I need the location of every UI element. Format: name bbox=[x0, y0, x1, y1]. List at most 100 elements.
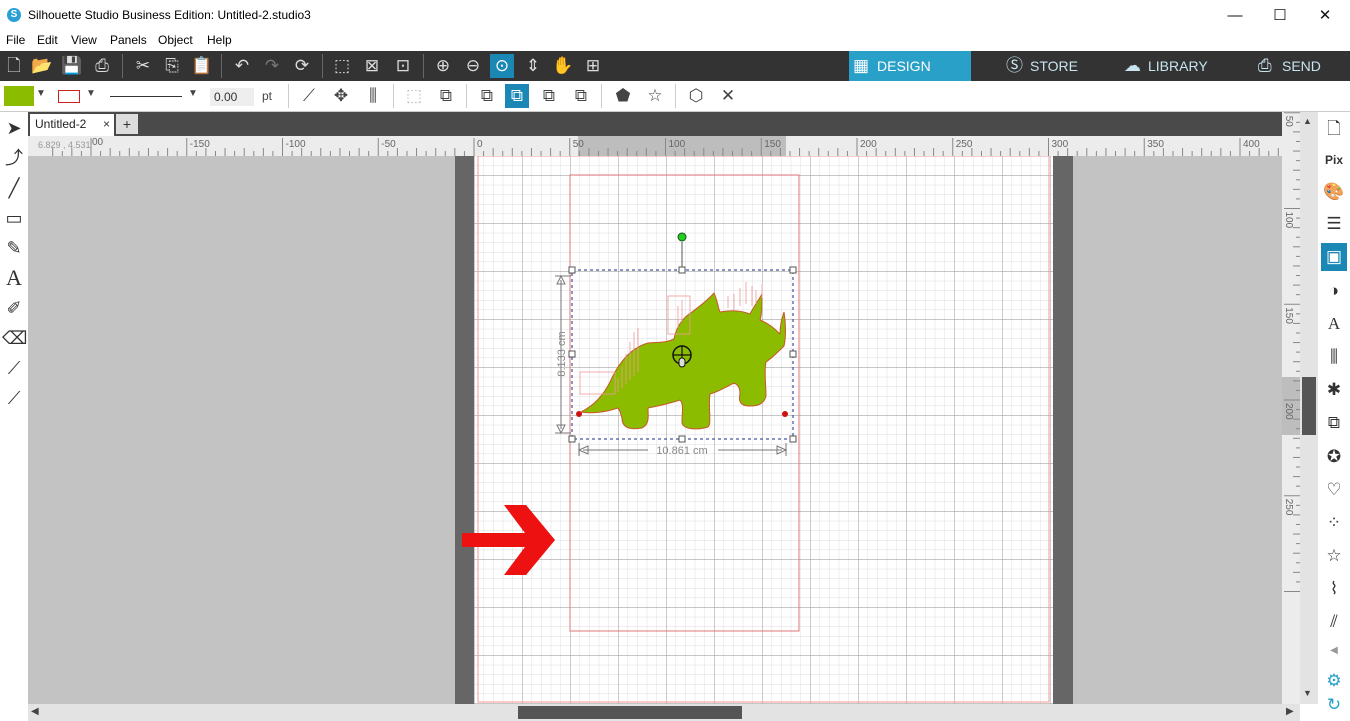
heart-icon[interactable]: ♡ bbox=[1321, 476, 1347, 504]
canvas-svg[interactable]: 8.133 cm 10.861 cm bbox=[28, 156, 1282, 704]
document-tab[interactable]: Untitled-2 × bbox=[30, 114, 114, 136]
knife-icon[interactable]: ⟋ bbox=[2, 355, 26, 381]
tab-design[interactable]: ▦ DESIGN bbox=[849, 51, 971, 81]
collapse-arrow-icon[interactable]: ◀ bbox=[1321, 637, 1347, 665]
contrast-icon[interactable]: ◑ bbox=[1321, 277, 1347, 305]
menu-help[interactable]: Help bbox=[207, 33, 232, 47]
main-toolbar: 🗋 📂 💾 ⎙ ✂ ⎘ 📋 ↶ ↷ ⟳ ⬚ ⊠ ⊡ ⊕ ⊖ ⊙ ⇕ ✋ ⊞ ▦ D… bbox=[0, 51, 1350, 81]
menu-panels[interactable]: Panels bbox=[110, 33, 147, 47]
eyedropper-icon[interactable]: ⟋ bbox=[2, 385, 26, 411]
delete-icon[interactable]: ✕ bbox=[716, 84, 740, 108]
pixscan-icon[interactable]: Pix bbox=[1321, 146, 1347, 174]
select-by-color-icon[interactable]: ⊡ bbox=[391, 54, 415, 78]
design-canvas[interactable]: 8.133 cm 10.861 cm bbox=[28, 156, 1282, 704]
sync-icon[interactable]: ↻ bbox=[1321, 691, 1347, 719]
close-tab-icon[interactable]: × bbox=[103, 117, 110, 131]
fill-color-swatch[interactable] bbox=[4, 86, 34, 106]
menu-file[interactable]: File bbox=[6, 33, 25, 47]
bring-forward-icon[interactable]: ⧉ bbox=[505, 84, 529, 108]
line-color-dropdown-icon[interactable]: ▼ bbox=[86, 88, 96, 99]
line-tool-icon[interactable]: ⟋ bbox=[297, 84, 321, 108]
text-tool-icon[interactable]: A bbox=[2, 265, 26, 291]
modify-star-icon[interactable]: ✪ bbox=[1321, 443, 1347, 471]
weld-icon[interactable]: ⬟ bbox=[611, 84, 635, 108]
trace-icon[interactable]: ▣ bbox=[1321, 243, 1347, 271]
fill-palette-icon[interactable]: 🎨 bbox=[1321, 178, 1347, 206]
page-setup-icon[interactable]: 🗋 bbox=[1321, 115, 1347, 143]
line-style-sample[interactable] bbox=[110, 96, 182, 97]
save-icon[interactable]: 💾 bbox=[60, 54, 84, 78]
3d-box-icon[interactable]: ⬡ bbox=[684, 84, 708, 108]
height-label: 8.133 cm bbox=[556, 331, 568, 376]
transform-icon[interactable]: ✱ bbox=[1321, 376, 1347, 404]
deselect-icon[interactable]: ⊠ bbox=[360, 54, 384, 78]
add-tab-button[interactable]: + bbox=[116, 114, 138, 134]
tab-library[interactable]: ☁ LIBRARY bbox=[1120, 51, 1230, 81]
send-to-back-icon[interactable]: ⧉ bbox=[569, 84, 593, 108]
select-all-icon[interactable]: ⬚ bbox=[330, 54, 354, 78]
paste-icon[interactable]: 📋 bbox=[190, 54, 214, 78]
zoom-out-icon[interactable]: ⊖ bbox=[461, 54, 485, 78]
scroll-left-icon[interactable]: ◀ bbox=[31, 706, 39, 717]
pan-hand-icon[interactable]: ✋ bbox=[551, 54, 575, 78]
rectangle-icon[interactable]: ▭ bbox=[2, 205, 26, 231]
open-folder-icon[interactable]: 📂 bbox=[30, 54, 54, 78]
star-icon[interactable]: ☆ bbox=[643, 84, 667, 108]
align-icon[interactable]: ⫼ bbox=[361, 84, 385, 108]
line-color-swatch[interactable] bbox=[58, 90, 80, 103]
menu-edit[interactable]: Edit bbox=[37, 33, 58, 47]
scroll-right-icon[interactable]: ▶ bbox=[1286, 706, 1294, 717]
tab-store[interactable]: Ⓢ STORE bbox=[1002, 51, 1102, 81]
eraser-icon[interactable]: ⌫ bbox=[2, 325, 27, 351]
bring-to-front-icon[interactable]: ⧉ bbox=[475, 84, 499, 108]
star-outline-icon[interactable]: ☆ bbox=[1321, 542, 1347, 570]
tab-send[interactable]: ⎙ SEND bbox=[1254, 51, 1350, 81]
zoom-in-icon[interactable]: ⊕ bbox=[431, 54, 455, 78]
zoom-fit-icon[interactable]: ⊞ bbox=[581, 54, 605, 78]
redo-icon[interactable]: ↷ bbox=[260, 54, 284, 78]
menu-view[interactable]: View bbox=[71, 33, 97, 47]
pencil-icon[interactable]: ✎ bbox=[2, 235, 26, 261]
dots-icon[interactable]: ⁘ bbox=[1321, 509, 1347, 537]
vertical-scrollbar[interactable]: ▲ ▼ bbox=[1300, 112, 1318, 704]
width-label: 10.861 cm bbox=[656, 445, 707, 457]
scroll-up-icon[interactable]: ▲ bbox=[1303, 116, 1312, 126]
select-arrow-icon[interactable]: ➤ bbox=[2, 115, 26, 141]
properties-toolbar: ▼ ▼ ▼ 0.00 pt ⟋ ✥ ⫼ ⬚ ⧉ ⧉ ⧉ ⧉ ⧉ ⬟ ☆ ⬡ ✕ bbox=[0, 81, 1350, 112]
line-style-dropdown-icon[interactable]: ▼ bbox=[188, 88, 198, 99]
ungroup-icon[interactable]: ⧉ bbox=[434, 84, 458, 108]
hruler-label: 200 bbox=[860, 139, 877, 150]
close-button[interactable]: ✕ bbox=[1302, 0, 1348, 31]
menu-object[interactable]: Object bbox=[158, 33, 193, 47]
copy-icon[interactable]: ⎘ bbox=[160, 54, 184, 78]
align-panel-icon[interactable]: ⫼ bbox=[1321, 343, 1347, 371]
replicate-icon[interactable]: ⧉ bbox=[1321, 409, 1347, 437]
horizontal-scrollbar[interactable]: ◀ ▶ bbox=[28, 704, 1300, 721]
fit-to-page-icon[interactable]: ⇕ bbox=[521, 54, 545, 78]
hatch-icon[interactable]: ⫽ bbox=[1321, 608, 1347, 636]
maximize-button[interactable]: ☐ bbox=[1257, 0, 1303, 31]
zoom-select-icon[interactable]: ⊙ bbox=[490, 54, 514, 78]
fill-panel-icon[interactable]: ✐ bbox=[2, 295, 26, 321]
fill-color-dropdown-icon[interactable]: ▼ bbox=[36, 88, 46, 99]
send-backward-icon[interactable]: ⧉ bbox=[537, 84, 561, 108]
move-icon[interactable]: ✥ bbox=[329, 84, 353, 108]
sketch-icon[interactable]: ⌇ bbox=[1321, 575, 1347, 603]
point-edit-icon[interactable]: ⤴ bbox=[2, 145, 26, 171]
group-icon[interactable]: ⬚ bbox=[402, 84, 426, 108]
undo-icon[interactable]: ↶ bbox=[230, 54, 254, 78]
redraw-icon[interactable]: ⟳ bbox=[290, 54, 314, 78]
line-draw-icon[interactable]: ╱ bbox=[2, 175, 26, 201]
cut-icon[interactable]: ✂ bbox=[131, 54, 155, 78]
minimize-button[interactable]: — bbox=[1212, 0, 1258, 31]
scroll-down-icon[interactable]: ▼ bbox=[1303, 688, 1312, 698]
hruler-label: 100 bbox=[669, 139, 686, 150]
line-width-input[interactable]: 0.00 bbox=[210, 88, 254, 106]
print-icon[interactable]: ⎙ bbox=[90, 54, 114, 78]
new-file-icon[interactable]: 🗋 bbox=[2, 54, 26, 78]
hruler-label: -100 bbox=[286, 139, 306, 150]
horizontal-scroll-thumb[interactable] bbox=[518, 706, 742, 719]
text-style-icon[interactable]: A bbox=[1321, 310, 1347, 338]
line-style-icon[interactable]: ☰ bbox=[1321, 210, 1347, 238]
vertical-scroll-thumb[interactable] bbox=[1302, 377, 1316, 435]
